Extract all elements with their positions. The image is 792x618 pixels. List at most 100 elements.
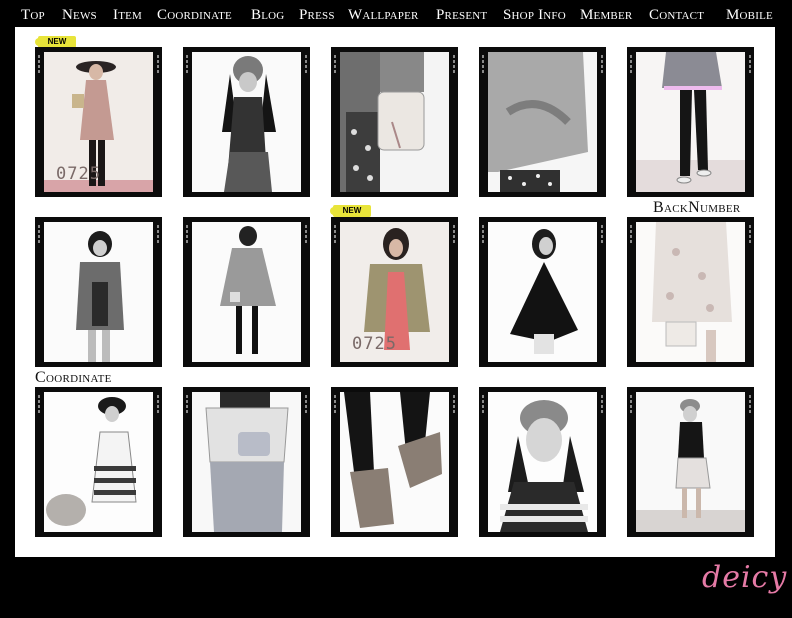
film-perforation bbox=[601, 410, 603, 413]
nav-wallpaper[interactable]: Wallpaper bbox=[348, 6, 419, 24]
film-perforation bbox=[453, 60, 455, 63]
film-perforation bbox=[630, 230, 632, 233]
nav-blog[interactable]: Blog bbox=[251, 6, 284, 24]
film-perforation bbox=[157, 230, 159, 233]
film-perforation bbox=[601, 70, 603, 73]
film-perforation bbox=[482, 410, 484, 413]
photo-frame[interactable] bbox=[183, 387, 310, 537]
film-perforation bbox=[186, 400, 188, 403]
film-perforation bbox=[186, 225, 188, 228]
film-perforation bbox=[482, 240, 484, 243]
film-perforation bbox=[749, 60, 751, 63]
photo-frame[interactable] bbox=[35, 387, 162, 537]
photo-frame[interactable] bbox=[331, 387, 458, 537]
backnumber-label[interactable]: BackNumber bbox=[653, 199, 741, 217]
photo-frame[interactable] bbox=[627, 387, 754, 537]
fashion-photo bbox=[44, 222, 153, 362]
photo-frame[interactable] bbox=[627, 47, 754, 197]
film-perforation bbox=[186, 410, 188, 413]
film-perforation bbox=[453, 230, 455, 233]
film-perforation bbox=[38, 60, 40, 63]
photo-frame[interactable] bbox=[479, 47, 606, 197]
film-perforation bbox=[453, 240, 455, 243]
film-perforation bbox=[601, 405, 603, 408]
film-perforation bbox=[334, 70, 336, 73]
photo-frame[interactable] bbox=[35, 217, 162, 367]
film-perforation bbox=[749, 230, 751, 233]
film-perforation bbox=[157, 240, 159, 243]
fashion-photo bbox=[636, 222, 745, 362]
film-perforation bbox=[38, 395, 40, 398]
fashion-photo bbox=[488, 392, 597, 532]
film-perforation bbox=[157, 235, 159, 238]
film-perforation bbox=[38, 55, 40, 58]
nav-news[interactable]: News bbox=[62, 6, 97, 24]
photo-frame[interactable] bbox=[331, 47, 458, 197]
film-perforation bbox=[630, 235, 632, 238]
nav-shop-info[interactable]: Shop Info bbox=[503, 6, 566, 24]
film-perforation bbox=[630, 225, 632, 228]
film-perforation bbox=[157, 60, 159, 63]
film-perforation bbox=[630, 60, 632, 63]
photo-frame[interactable]: 0725 bbox=[331, 217, 458, 367]
film-perforation bbox=[305, 55, 307, 58]
film-perforation bbox=[334, 60, 336, 63]
film-perforation bbox=[186, 235, 188, 238]
photo-frame[interactable] bbox=[183, 217, 310, 367]
film-perforation bbox=[601, 400, 603, 403]
film-perforation bbox=[601, 230, 603, 233]
photo-frame[interactable] bbox=[479, 387, 606, 537]
film-perforation bbox=[630, 410, 632, 413]
film-perforation bbox=[453, 55, 455, 58]
film-perforation bbox=[334, 240, 336, 243]
nav-present[interactable]: Present bbox=[436, 6, 487, 24]
film-perforation bbox=[157, 405, 159, 408]
film-perforation bbox=[453, 235, 455, 238]
film-perforation bbox=[482, 55, 484, 58]
top-navigation: Top News Item Coordinate Blog Press Wall… bbox=[0, 0, 792, 30]
film-perforation bbox=[749, 65, 751, 68]
film-perforation bbox=[334, 65, 336, 68]
film-perforation bbox=[157, 70, 159, 73]
film-perforation bbox=[601, 395, 603, 398]
film-perforation bbox=[38, 405, 40, 408]
photo-frame[interactable] bbox=[627, 217, 754, 367]
fashion-photo bbox=[340, 392, 449, 532]
film-perforation bbox=[305, 410, 307, 413]
film-perforation bbox=[334, 400, 336, 403]
nav-contact[interactable]: Contact bbox=[649, 6, 704, 24]
film-perforation bbox=[482, 405, 484, 408]
nav-press[interactable]: Press bbox=[299, 6, 335, 24]
film-perforation bbox=[38, 230, 40, 233]
film-perforation bbox=[38, 225, 40, 228]
film-perforation bbox=[453, 400, 455, 403]
fashion-photo bbox=[340, 52, 449, 192]
coordinate-label[interactable]: Coordinate bbox=[35, 369, 112, 387]
film-perforation bbox=[453, 65, 455, 68]
film-perforation bbox=[186, 405, 188, 408]
film-perforation bbox=[157, 410, 159, 413]
photo-frame[interactable] bbox=[479, 217, 606, 367]
film-perforation bbox=[749, 410, 751, 413]
nav-mobile[interactable]: Mobile bbox=[726, 6, 773, 24]
film-perforation bbox=[186, 70, 188, 73]
nav-item[interactable]: Item bbox=[113, 6, 142, 24]
film-perforation bbox=[482, 400, 484, 403]
film-perforation bbox=[482, 70, 484, 73]
film-perforation bbox=[38, 235, 40, 238]
film-perforation bbox=[482, 60, 484, 63]
photo-frame[interactable] bbox=[183, 47, 310, 197]
film-perforation bbox=[157, 400, 159, 403]
nav-member[interactable]: Member bbox=[580, 6, 632, 24]
photo-frame[interactable]: 0725 bbox=[35, 47, 162, 197]
fashion-photo bbox=[488, 222, 597, 362]
film-perforation bbox=[157, 395, 159, 398]
film-perforation bbox=[38, 410, 40, 413]
film-perforation bbox=[334, 235, 336, 238]
film-perforation bbox=[186, 230, 188, 233]
film-perforation bbox=[157, 65, 159, 68]
film-perforation bbox=[157, 225, 159, 228]
nav-top[interactable]: Top bbox=[21, 6, 45, 24]
brand-logo[interactable]: deicy bbox=[702, 560, 787, 595]
nav-coordinate[interactable]: Coordinate bbox=[157, 6, 232, 24]
